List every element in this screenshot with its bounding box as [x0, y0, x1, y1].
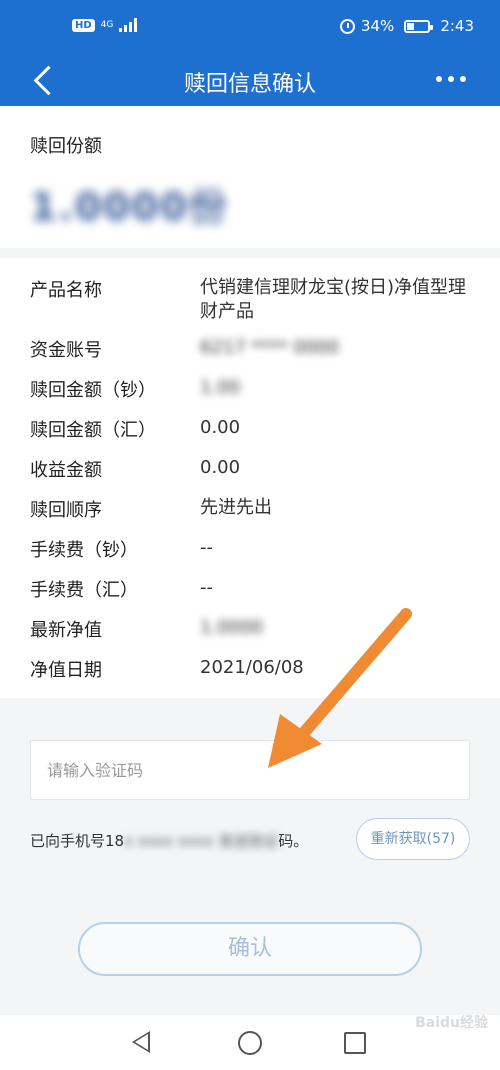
redeem-shares-label: 赎回份额: [30, 136, 102, 157]
detail-value: 2021/06/08: [200, 657, 304, 678]
detail-value: 0.00: [200, 417, 241, 438]
detail-value: 6217 **** 0000: [200, 337, 340, 358]
triangle-back-icon[interactable]: [132, 1031, 150, 1053]
sms-notice-masked: x xxxx xxxx 发送验证: [124, 832, 279, 850]
detail-value: 代销建信理财龙宝(按日)净值型理财产品: [200, 277, 467, 322]
resend-code-button[interactable]: 重新获取(57): [356, 818, 470, 860]
square-recents-icon[interactable]: [344, 1032, 366, 1054]
redeem-amount-card: 赎回份额 1.0000份: [0, 106, 500, 248]
detail-key: 赎回金额（钞）: [30, 380, 156, 401]
detail-value: 先进先出: [200, 497, 272, 518]
signal-icon: [119, 18, 138, 32]
detail-key: 手续费（汇）: [30, 580, 138, 601]
sms-sent-notice: 已向手机号18x xxxx xxxx 发送验证码。: [30, 830, 308, 851]
status-left: HD 4G: [72, 18, 138, 32]
battery-icon: [404, 19, 434, 33]
detail-key: 资金账号: [30, 340, 102, 361]
circle-home-icon[interactable]: [238, 1031, 262, 1055]
detail-value: 1.0000: [200, 617, 263, 638]
more-dots-icon[interactable]: [432, 68, 470, 90]
detail-value: 1.00: [200, 377, 241, 398]
clock: 2:43: [440, 17, 474, 35]
detail-key: 赎回顺序: [30, 500, 102, 521]
top-nav-bar: 赎回信息确认: [0, 54, 500, 106]
status-bar: HD 4G 34% 2:43: [0, 0, 500, 54]
detail-key: 最新净值: [30, 620, 102, 641]
detail-key: 净值日期: [30, 660, 102, 681]
hd-badge: HD: [72, 18, 95, 32]
baidu-watermark-logo: Baidu经验: [415, 1015, 488, 1031]
detail-key: 手续费（钞）: [30, 540, 138, 561]
detail-key: 收益金额: [30, 460, 102, 481]
redeem-details-card: 产品名称 代销建信理财龙宝(按日)净值型理财产品 资金账号 6217 **** …: [0, 258, 500, 698]
detail-key: 产品名称: [30, 280, 102, 301]
confirm-button[interactable]: 确认: [78, 922, 422, 976]
page-title: 赎回信息确认: [183, 72, 316, 97]
detail-value: 0.00: [200, 457, 241, 478]
verification-code-input[interactable]: [30, 740, 470, 800]
sms-notice-prefix: 已向手机号18: [30, 832, 125, 850]
detail-value: --: [200, 577, 213, 598]
alarm-icon: [339, 18, 355, 34]
network-type: 4G: [100, 19, 114, 30]
sms-notice-suffix: 码。: [278, 832, 309, 850]
redeem-shares-value: 1.0000份: [30, 185, 229, 229]
status-right: 34% 2:43: [339, 17, 474, 35]
detail-key: 赎回金额（汇）: [30, 420, 156, 441]
battery-percent: 34%: [360, 17, 395, 35]
detail-value: --: [200, 537, 213, 558]
